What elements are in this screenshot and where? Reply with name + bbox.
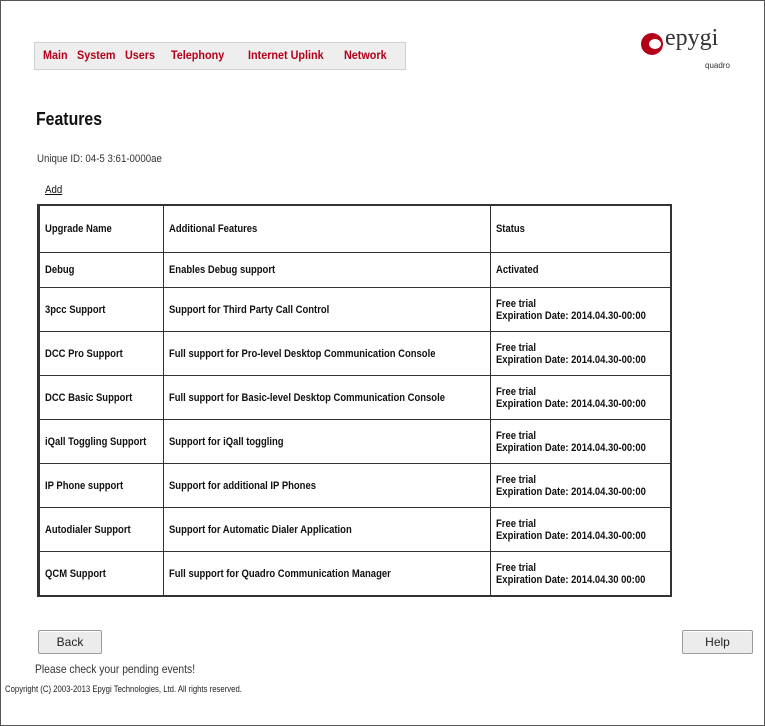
pending-events-notice[interactable]: Please check your pending events! — [35, 662, 195, 676]
status-cell: Free trial Expiration Date: 2014.04.30-00… — [489, 331, 672, 376]
features-cell: Support for iQall toggling — [162, 419, 491, 464]
logo-word: epygi — [665, 25, 719, 51]
menu-internet-uplink[interactable]: Internet Uplink — [248, 48, 324, 62]
status-cell: Free trial Expiration Date: 2014.04.30-00… — [489, 507, 672, 552]
status-cell: Free trial Expiration Date: 2014.04.30-00… — [489, 287, 672, 332]
page-title: Features — [36, 109, 103, 129]
menu-system[interactable]: System — [77, 48, 115, 62]
epygi-logo: epygi quadro — [641, 25, 741, 81]
features-cell: Full support for Quadro Communication Ma… — [162, 551, 491, 597]
logo-sub: quadro — [705, 61, 730, 70]
help-button[interactable]: Help — [682, 630, 753, 654]
unique-id: Unique ID: 04-5 3:61-0000ae — [37, 153, 162, 165]
features-cell: Full support for Pro-level Desktop Commu… — [162, 331, 491, 376]
header-upgrade-name: Upgrade Name — [39, 204, 164, 253]
logo-mark-icon — [641, 33, 663, 55]
upgrade-name-cell: IP Phone support — [39, 463, 164, 508]
status-cell: Free trial Expiration Date: 2014.04.30-00… — [489, 375, 672, 420]
features-cell: Full support for Basic-level Desktop Com… — [162, 375, 491, 420]
table-row[interactable]: DCC Basic Support Full support for Basic… — [37, 375, 672, 420]
features-cell: Support for Third Party Call Control — [162, 287, 491, 332]
upgrade-name-cell: DCC Pro Support — [39, 331, 164, 376]
menu-users[interactable]: Users — [125, 48, 155, 62]
upgrade-name-cell: Autodialer Support — [39, 507, 164, 552]
table-row[interactable]: Autodialer Support Support for Automatic… — [37, 507, 672, 552]
main-menu: Main System Users Telephony Internet Upl… — [34, 42, 406, 70]
header-status: Status — [489, 204, 672, 253]
back-button[interactable]: Back — [38, 630, 102, 654]
upgrade-name-cell: iQall Toggling Support — [39, 419, 164, 464]
menu-main[interactable]: Main — [43, 48, 68, 62]
features-table: Upgrade Name Additional Features Status … — [37, 204, 672, 597]
table-row[interactable]: Debug Enables Debug support Activated — [37, 252, 672, 288]
table-row[interactable]: IP Phone support Support for additional … — [37, 463, 672, 508]
features-cell: Support for Automatic Dialer Application — [162, 507, 491, 552]
table-row[interactable]: 3pcc Support Support for Third Party Cal… — [37, 287, 672, 332]
features-cell: Support for additional IP Phones — [162, 463, 491, 508]
status-cell: Free trial Expiration Date: 2014.04.30-00… — [489, 463, 672, 508]
copyright-text: Copyright (C) 2003-2013 Epygi Technologi… — [5, 684, 242, 694]
table-row[interactable]: QCM Support Full support for Quadro Comm… — [37, 551, 672, 597]
table-header-row: Upgrade Name Additional Features Status — [37, 204, 672, 253]
status-cell: Free trial Expiration Date: 2014.04.30-00… — [489, 419, 672, 464]
table-row[interactable]: DCC Pro Support Full support for Pro-lev… — [37, 331, 672, 376]
upgrade-name-cell: 3pcc Support — [39, 287, 164, 332]
add-link[interactable]: Add — [45, 184, 62, 196]
menu-network[interactable]: Network — [344, 48, 387, 62]
status-cell: Activated — [489, 252, 672, 288]
page-frame: Main System Users Telephony Internet Upl… — [0, 0, 765, 726]
status-cell: Free trial Expiration Date: 2014.04.30 00… — [489, 551, 672, 597]
upgrade-name-cell: DCC Basic Support — [39, 375, 164, 420]
table-row[interactable]: iQall Toggling Support Support for iQall… — [37, 419, 672, 464]
upgrade-name-cell: QCM Support — [39, 551, 164, 597]
menu-telephony[interactable]: Telephony — [171, 48, 224, 62]
features-cell: Enables Debug support — [162, 252, 491, 288]
header-additional-features: Additional Features — [162, 204, 491, 253]
upgrade-name-cell: Debug — [39, 252, 164, 288]
